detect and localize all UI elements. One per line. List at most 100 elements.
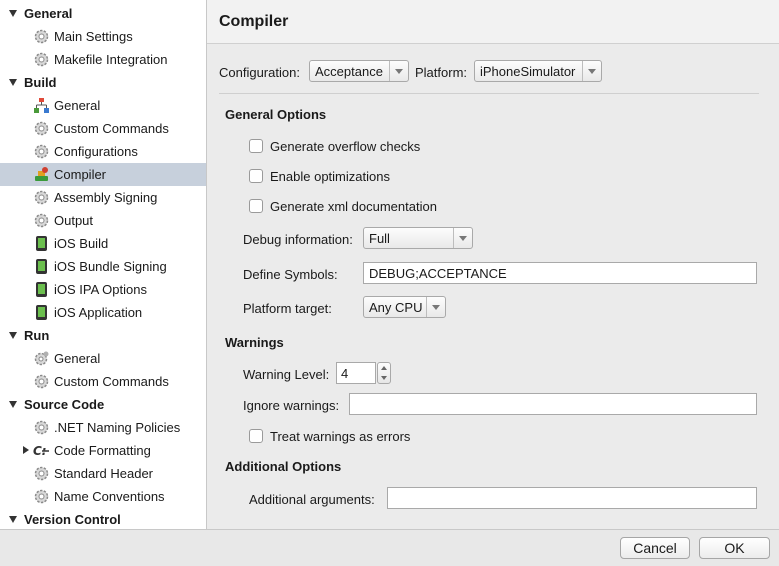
additional-options-heading: Additional Options (225, 459, 342, 474)
gear-icon (33, 373, 50, 390)
sidebar-group-build[interactable]: Build (0, 71, 206, 94)
sidebar-item-label: Assembly Signing (54, 190, 158, 205)
gear-icon (33, 419, 50, 436)
gear-icon (33, 465, 50, 482)
code-formatting-icon: C: (33, 442, 50, 459)
sidebar-item-build-general[interactable]: General (0, 94, 206, 117)
sidebar-item-output[interactable]: Output (0, 209, 206, 232)
warnings-heading: Warnings (225, 335, 284, 350)
sidebar-item-code-formatting[interactable]: C: Code Formatting (0, 439, 206, 462)
sidebar-item-label: Configurations (54, 144, 138, 159)
sidebar-group-source-code[interactable]: Source Code (0, 393, 206, 416)
stepper-buttons[interactable] (377, 362, 391, 384)
decrement-arrow-icon[interactable] (381, 376, 387, 380)
sidebar-item-ios-build[interactable]: iOS Build (0, 232, 206, 255)
ignore-warnings-input[interactable] (349, 393, 757, 415)
general-options-heading: General Options (225, 107, 327, 122)
collapse-triangle-icon[interactable] (23, 446, 29, 454)
sidebar-item-label: iOS IPA Options (54, 282, 147, 297)
sidebar-group-label: Source Code (24, 397, 105, 412)
warnings-as-errors-checkbox[interactable] (249, 429, 263, 443)
chevron-down-icon[interactable] (426, 297, 445, 317)
expand-triangle-icon[interactable] (9, 79, 17, 86)
define-symbols-label: Define Symbols: (243, 267, 338, 282)
configuration-label: Configuration: (219, 65, 300, 80)
sidebar-item-label: Standard Header (54, 466, 154, 481)
sidebar-item-label: Custom Commands (54, 121, 169, 136)
sidebar-item-assembly-signing[interactable]: Assembly Signing (0, 186, 206, 209)
sidebar-item-name-conventions[interactable]: Name Conventions (0, 485, 206, 508)
platform-value: iPhoneSimulator (480, 64, 576, 79)
expand-triangle-icon[interactable] (9, 516, 17, 523)
sidebar-item-run-general[interactable]: General (0, 347, 206, 370)
sidebar-item-label: .NET Naming Policies (54, 420, 181, 435)
expand-triangle-icon[interactable] (9, 332, 17, 339)
ios-device-icon (33, 304, 50, 321)
sidebar-group-label: Run (24, 328, 50, 343)
define-symbols-input[interactable]: DEBUG;ACCEPTANCE (363, 262, 757, 284)
sidebar-item-naming-policies[interactable]: .NET Naming Policies (0, 416, 206, 439)
options-sidebar: General Main Settings Makefile Integrati… (0, 0, 207, 529)
sidebar-item-label: Compiler (54, 167, 107, 182)
overflow-checks-checkbox[interactable] (249, 139, 263, 153)
xml-documentation-label: Generate xml documentation (270, 199, 437, 214)
additional-arguments-input[interactable] (387, 487, 757, 509)
debug-information-select[interactable]: Full (363, 227, 473, 249)
platform-select[interactable]: iPhoneSimulator (474, 60, 602, 82)
warning-level-field[interactable]: 4 (336, 362, 376, 384)
compiler-icon (33, 166, 50, 183)
chevron-down-icon[interactable] (389, 61, 408, 81)
sidebar-group-label: Version Control (24, 512, 121, 527)
warnings-as-errors-label: Treat warnings as errors (270, 429, 411, 444)
sidebar-item-ios-bundle-signing[interactable]: iOS Bundle Signing (0, 255, 206, 278)
optimizations-checkbox[interactable] (249, 169, 263, 183)
overflow-checks-label: Generate overflow checks (270, 139, 421, 154)
divider (219, 93, 759, 94)
sidebar-item-standard-header[interactable]: Standard Header (0, 462, 206, 485)
expand-triangle-icon[interactable] (9, 401, 17, 408)
sidebar-group-label: General (24, 6, 73, 21)
warning-level-stepper[interactable]: 4 (336, 362, 391, 384)
increment-arrow-icon[interactable] (381, 366, 387, 370)
gear-icon (33, 120, 50, 137)
dialog-footer: Cancel OK (0, 529, 779, 566)
sidebar-group-run[interactable]: Run (0, 324, 206, 347)
sidebar-item-label: Makefile Integration (54, 52, 168, 67)
ios-device-icon (33, 281, 50, 298)
sidebar-item-label: Name Conventions (54, 489, 165, 504)
sidebar-item-label: iOS Application (54, 305, 143, 320)
platform-target-value: Any CPU (369, 300, 423, 315)
sidebar-item-configurations[interactable]: Configurations (0, 140, 206, 163)
run-gear-icon (33, 350, 50, 367)
expand-triangle-icon[interactable] (9, 10, 17, 17)
cancel-button[interactable]: Cancel (620, 537, 690, 559)
sidebar-item-makefile-integration[interactable]: Makefile Integration (0, 48, 206, 71)
configuration-select[interactable]: Acceptance (309, 60, 409, 82)
xml-documentation-checkbox[interactable] (249, 199, 263, 213)
gear-icon (33, 51, 50, 68)
chevron-down-icon[interactable] (582, 61, 601, 81)
gear-icon (33, 212, 50, 229)
page-title: Compiler (219, 13, 289, 30)
sidebar-item-main-settings[interactable]: Main Settings (0, 25, 206, 48)
optimizations-label: Enable optimizations (270, 169, 390, 184)
platform-target-select[interactable]: Any CPU (363, 296, 446, 318)
sidebar-group-label: Build (24, 75, 57, 90)
ok-button[interactable]: OK (699, 537, 770, 559)
sidebar-item-compiler[interactable]: Compiler (0, 163, 206, 186)
gear-icon (33, 28, 50, 45)
sidebar-item-label: General (54, 98, 101, 113)
chevron-down-icon[interactable] (453, 228, 472, 248)
sidebar-group-general[interactable]: General (0, 2, 206, 25)
sidebar-item-ios-ipa-options[interactable]: iOS IPA Options (0, 278, 206, 301)
sidebar-item-ios-application[interactable]: iOS Application (0, 301, 206, 324)
sidebar-item-label: iOS Build (54, 236, 109, 251)
ios-device-icon (33, 235, 50, 252)
platform-label: Platform: (415, 65, 468, 80)
warning-level-label: Warning Level: (243, 367, 330, 382)
sidebar-group-version-control[interactable]: Version Control (0, 508, 206, 529)
sidebar-item-label: Main Settings (54, 29, 133, 44)
sidebar-item-run-custom-commands[interactable]: Custom Commands (0, 370, 206, 393)
additional-arguments-label: Additional arguments: (249, 492, 375, 507)
sidebar-item-custom-commands[interactable]: Custom Commands (0, 117, 206, 140)
